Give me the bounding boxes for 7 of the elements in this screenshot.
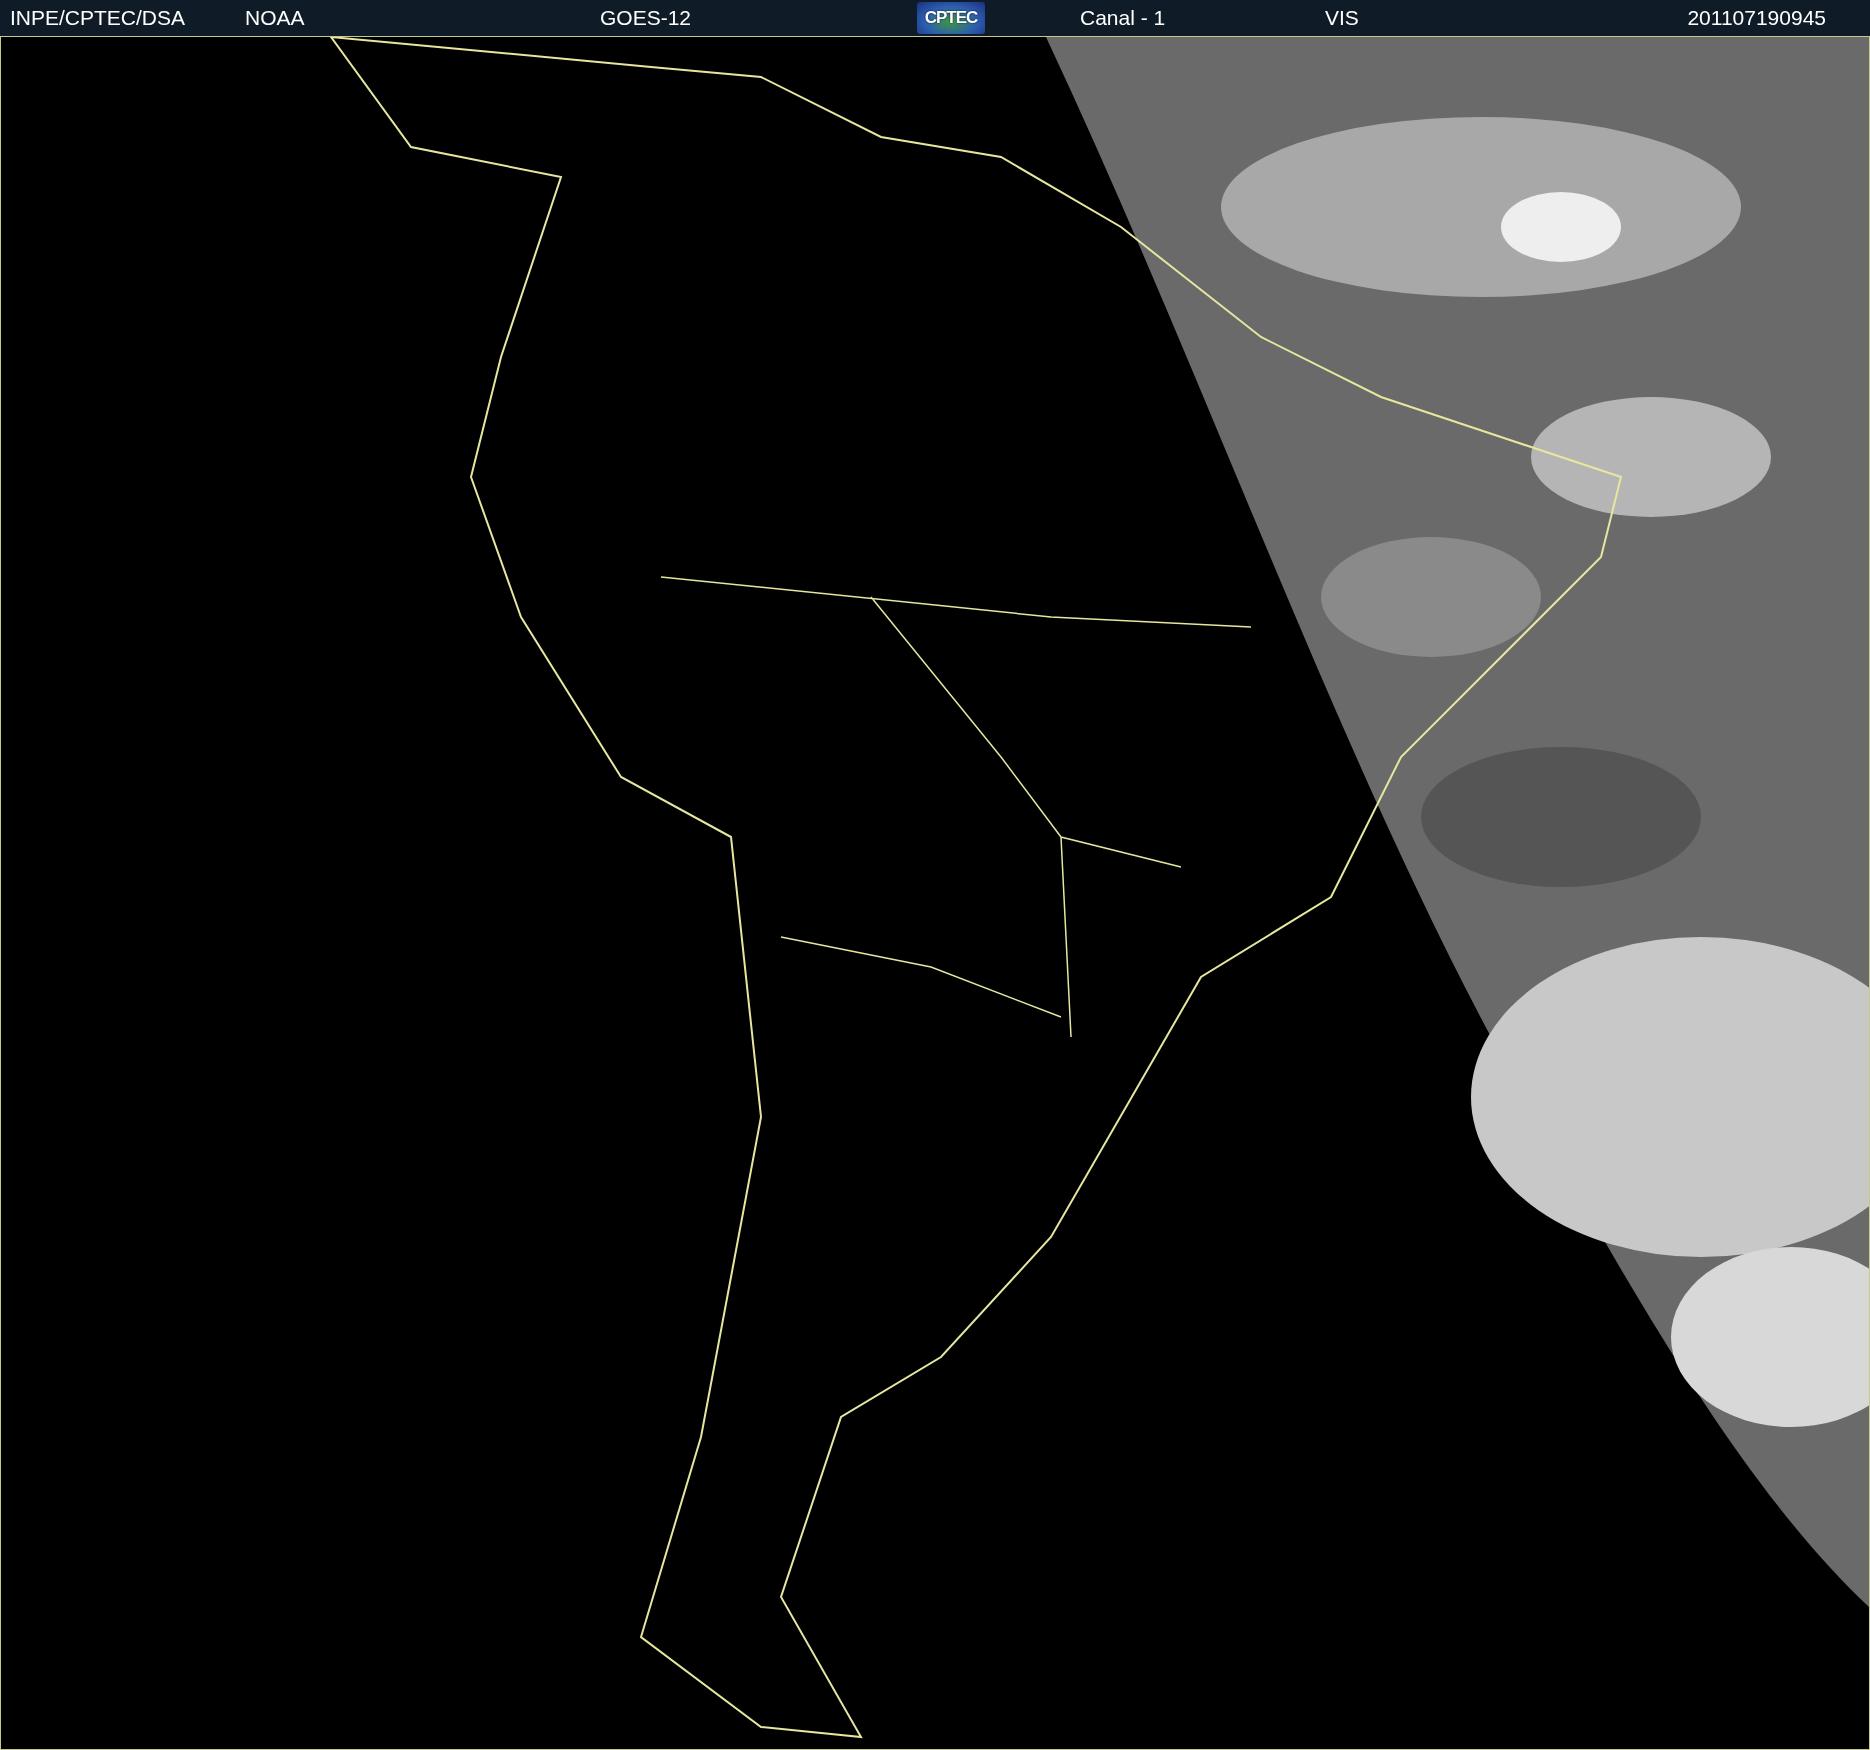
header-label: Canal - 1	[1080, 6, 1166, 30]
header-label: VIS	[1325, 6, 1359, 30]
header-label: INPE/CPTEC/DSA	[10, 6, 186, 30]
header-label: NOAA	[245, 6, 305, 30]
logo: CPTEC	[917, 2, 985, 34]
header-label: 201107190945	[1687, 6, 1826, 30]
header-label: GOES-12	[600, 6, 692, 30]
